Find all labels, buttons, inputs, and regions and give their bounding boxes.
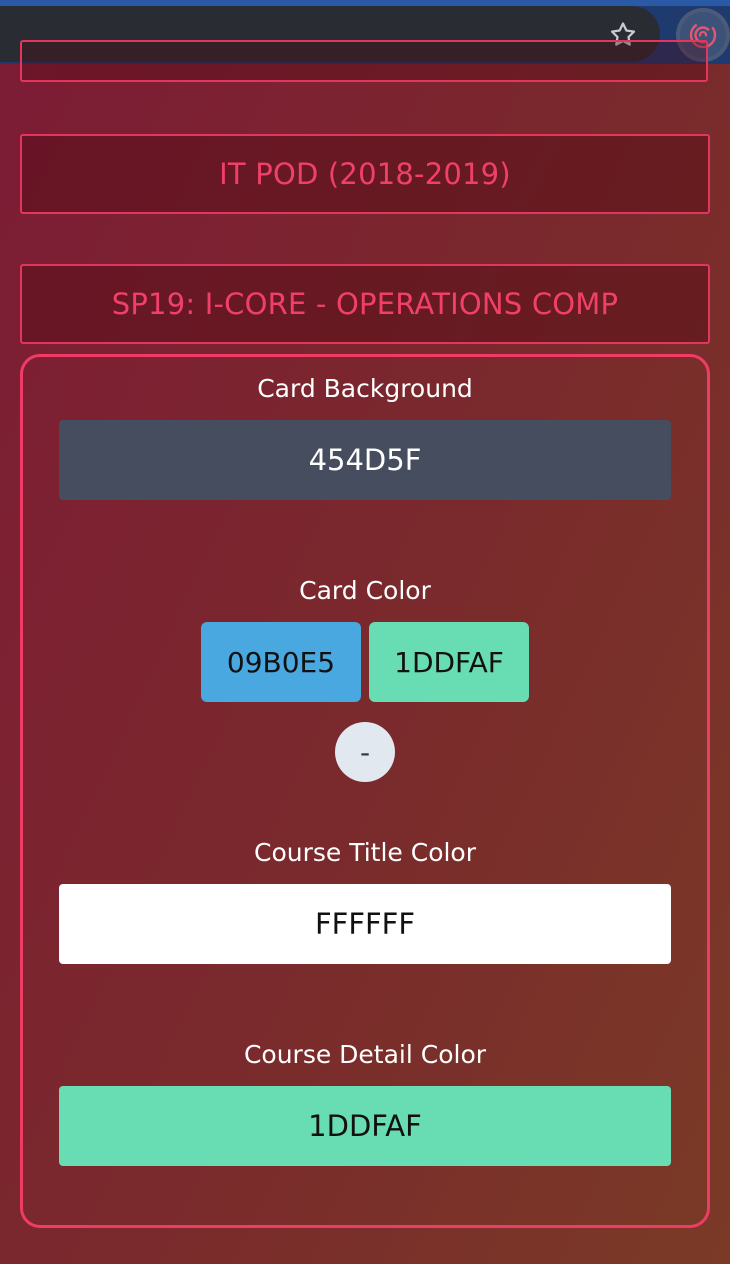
course-title-color-label: Course Title Color (253, 838, 477, 867)
card-background-label: Card Background (257, 374, 473, 403)
card-color-chip-1[interactable]: 09B0E5 (201, 622, 361, 702)
card-color-chip-2[interactable]: 1DDFAF (369, 622, 529, 702)
course-banner-label: IT POD (2018-2019) (219, 157, 511, 191)
course-detail-color-input[interactable]: 1DDFAF (59, 1086, 671, 1166)
course-banner-partial[interactable] (20, 40, 708, 82)
card-background-input[interactable]: 454D5F (59, 420, 671, 500)
card-background-value: 454D5F (308, 443, 422, 477)
remove-color-button[interactable]: - (335, 722, 395, 782)
course-banner-label: SP19: I-CORE - OPERATIONS COMP (111, 287, 619, 321)
card-color-chip-value: 09B0E5 (226, 645, 336, 679)
course-detail-color-value: 1DDFAF (308, 1109, 422, 1143)
card-color-chip-value: 1DDFAF (394, 645, 504, 679)
course-title-color-value: FFFFFF (314, 907, 416, 941)
card-color-label: Card Color (299, 576, 431, 605)
course-detail-color-label: Course Detail Color (243, 1040, 487, 1069)
course-title-color-input[interactable]: FFFFFF (59, 884, 671, 964)
course-banner-sp19-icore[interactable]: SP19: I-CORE - OPERATIONS COMP (20, 264, 710, 344)
course-banner-it-pod[interactable]: IT POD (2018-2019) (20, 134, 710, 214)
remove-color-label: - (359, 735, 371, 769)
